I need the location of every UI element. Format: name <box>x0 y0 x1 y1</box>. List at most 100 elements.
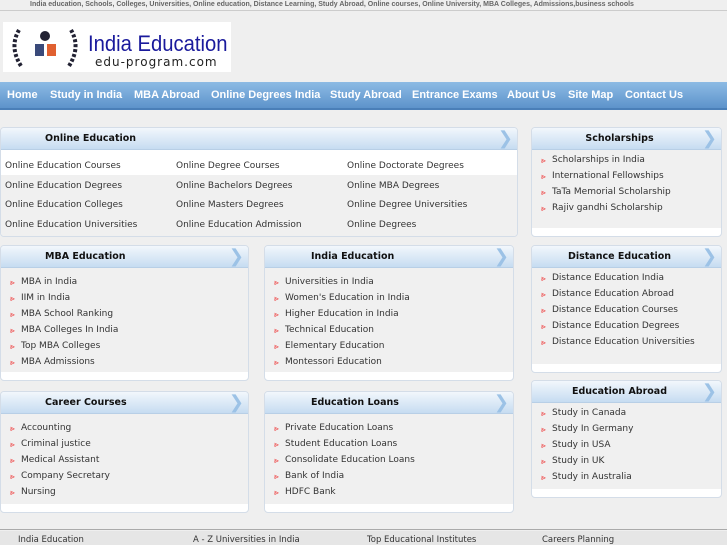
list-item[interactable]: ⪢ Medical Assistant <box>1 452 248 468</box>
panel-title: Scholarships <box>585 133 654 144</box>
list-item[interactable]: ⪢ MBA Colleges In India <box>1 322 248 338</box>
divider <box>0 10 727 11</box>
panel-scholarships: Scholarships ❯ ⪢ Scholarships in India ⪢ Inte… <box>531 127 722 237</box>
list-item[interactable]: ⪢ MBA Admissions <box>1 354 248 370</box>
list-item[interactable]: ⪢ Rajiv gandhi Scholarship <box>532 200 721 216</box>
list-item[interactable]: ⪢ Study In Germany <box>532 421 721 437</box>
arrow-bullet-icon: ⪢ <box>541 441 546 450</box>
online-link[interactable]: Online Degree Courses <box>176 158 347 174</box>
list-item[interactable]: ⪢ Higher Education in India <box>265 306 513 322</box>
arrow-bullet-icon: ⪢ <box>274 488 279 497</box>
list-item-label: Medical Assistant <box>21 455 100 465</box>
chevron-right-icon: ❯ <box>228 392 244 413</box>
list-item[interactable]: ⪢ Scholarships in India <box>532 152 721 168</box>
list-item[interactable]: ⪢ Distance Education Abroad <box>532 286 721 302</box>
list-item-label: MBA School Ranking <box>21 309 114 319</box>
footer-link-a-z-universities[interactable]: A - Z Universities in India <box>193 536 300 545</box>
list-item[interactable]: ⪢ International Fellowships <box>532 168 721 184</box>
list-item[interactable]: ⪢ Distance Education Courses <box>532 302 721 318</box>
nav-mba-abroad[interactable]: MBA Abroad <box>134 89 200 101</box>
nav-contact-us[interactable]: Contact Us <box>625 89 683 101</box>
online-link[interactable]: Online Education Colleges <box>5 197 176 213</box>
online-link[interactable]: Online MBA Degrees <box>347 178 517 194</box>
footer-link-india-education[interactable]: India Education <box>18 536 84 545</box>
chevron-right-icon: ❯ <box>701 128 717 149</box>
nav-online-degrees-india[interactable]: Online Degrees India <box>211 89 320 101</box>
list-item[interactable]: ⪢ Universities in India <box>265 274 513 290</box>
arrow-bullet-icon: ⪢ <box>10 424 15 433</box>
list-item-label: Study In Germany <box>552 424 634 434</box>
list-item[interactable]: ⪢ Distance Education Universities <box>532 334 721 350</box>
list-item-label: IIM in India <box>21 293 71 303</box>
list-item-label: Study in USA <box>552 440 611 450</box>
arrow-bullet-icon: ⪢ <box>10 278 15 287</box>
arrow-bullet-icon: ⪢ <box>274 310 279 319</box>
list-item[interactable]: ⪢ Criminal justice <box>1 436 248 452</box>
list-item-label: Distance Education Degrees <box>552 321 680 331</box>
nav-home[interactable]: Home <box>7 89 38 101</box>
list-item[interactable]: ⪢ MBA School Ranking <box>1 306 248 322</box>
online-link[interactable]: Online Degree Universities <box>347 197 517 213</box>
nav-entrance-exams[interactable]: Entrance Exams <box>412 89 498 101</box>
footer-link-careers-planning[interactable]: Careers Planning <box>542 536 614 545</box>
list-item[interactable]: ⪢ Company Secretary <box>1 468 248 484</box>
arrow-bullet-icon: ⪢ <box>541 322 546 331</box>
list-item-label: Accounting <box>21 423 72 433</box>
arrow-bullet-icon: ⪢ <box>274 472 279 481</box>
chevron-right-icon: ❯ <box>493 246 509 267</box>
online-link[interactable]: Online Masters Degrees <box>176 197 347 213</box>
online-link[interactable]: Online Education Admission <box>176 217 347 233</box>
list-item-label: Rajiv gandhi Scholarship <box>552 203 663 213</box>
list-item[interactable]: ⪢ Top MBA Colleges <box>1 338 248 354</box>
nav-study-in-india[interactable]: Study in India <box>50 89 122 101</box>
list-item[interactable]: ⪢ Consolidate Education Loans <box>265 452 513 468</box>
nav-site-map[interactable]: Site Map <box>568 89 613 101</box>
list-item-label: Company Secretary <box>21 471 110 481</box>
list-item[interactable]: ⪢ Distance Education Degrees <box>532 318 721 334</box>
list-item-label: Scholarships in India <box>552 155 645 165</box>
list-item[interactable]: ⪢ Study in USA <box>532 437 721 453</box>
panel-title: Online Education <box>45 133 137 144</box>
online-link[interactable]: Online Doctorate Degrees <box>347 158 517 174</box>
list-item[interactable]: ⪢ Bank of India <box>265 468 513 484</box>
online-link[interactable]: Online Degrees <box>347 217 517 233</box>
list-item[interactable]: ⪢ HDFC Bank <box>265 484 513 500</box>
list-item-label: Women's Education in India <box>285 293 410 303</box>
list-item[interactable]: ⪢ MBA in India <box>1 274 248 290</box>
list-item[interactable]: ⪢ Accounting <box>1 420 248 436</box>
list-item-label: Bank of India <box>285 471 345 481</box>
list-item[interactable]: ⪢ Study in Australia <box>532 469 721 485</box>
list-item-label: Study in Canada <box>552 408 627 418</box>
list-item[interactable]: ⪢ Distance Education India <box>532 270 721 286</box>
panel-career-courses: Career Courses ❯ ⪢ Accounting ⪢ Criminal just… <box>0 391 249 513</box>
online-link[interactable]: Online Bachelors Degrees <box>176 178 347 194</box>
list-item[interactable]: ⪢ Private Education Loans <box>265 420 513 436</box>
list-item[interactable]: ⪢ Student Education Loans <box>265 436 513 452</box>
list-item[interactable]: ⪢ Montessori Education <box>265 354 513 370</box>
list-item-label: Technical Education <box>285 325 374 335</box>
arrow-bullet-icon: ⪢ <box>274 424 279 433</box>
online-link[interactable]: Online Education Degrees <box>5 178 176 194</box>
list-item[interactable]: ⪢ Nursing <box>1 484 248 500</box>
online-link[interactable]: Online Education Universities <box>5 217 176 233</box>
panel-title: Distance Education <box>567 251 672 262</box>
list-item[interactable]: ⪢ Women's Education in India <box>265 290 513 306</box>
list-item[interactable]: ⪢ IIM in India <box>1 290 248 306</box>
arrow-bullet-icon: ⪢ <box>274 342 279 351</box>
list-item-label: MBA Admissions <box>21 357 95 367</box>
online-link[interactable]: Online Education Courses <box>5 158 176 174</box>
footer-link-top-institutes[interactable]: Top Educational Institutes <box>367 536 476 545</box>
arrow-bullet-icon: ⪢ <box>541 473 546 482</box>
list-item[interactable]: ⪢ TaTa Memorial Scholarship <box>532 184 721 200</box>
nav-about-us[interactable]: About Us <box>507 89 556 101</box>
list-item[interactable]: ⪢ Study in UK <box>532 453 721 469</box>
arrow-bullet-icon: ⪢ <box>274 326 279 335</box>
list-item[interactable]: ⪢ Study in Canada <box>532 405 721 421</box>
logo-title: India Education <box>88 31 228 56</box>
panel-title: Career Courses <box>45 397 127 408</box>
list-item[interactable]: ⪢ Technical Education <box>265 322 513 338</box>
site-logo[interactable]: India Education edu-program.com <box>3 22 231 72</box>
list-item[interactable]: ⪢ Elementary Education <box>265 338 513 354</box>
nav-study-abroad[interactable]: Study Abroad <box>330 89 402 101</box>
panel-india-education: India Education ❯ ⪢ Universities in India ⪢ W… <box>264 245 514 381</box>
